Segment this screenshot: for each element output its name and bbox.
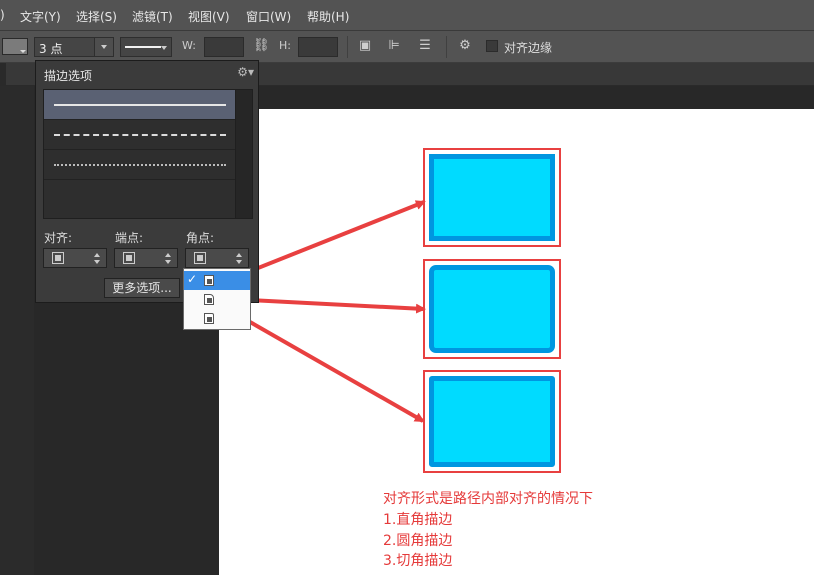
corner-option-round[interactable] [184,290,250,309]
stroke-style-dashed[interactable] [44,120,236,150]
stroke-list-scrollbar[interactable] [235,90,252,218]
annotation-item-3: 3.切角描边 [383,553,453,569]
stroke-options-panel: 描边选项 ⚙▾ 对齐: 端点: 角点: 更多选项... [35,60,259,303]
caps-select[interactable] [114,248,178,268]
arrow-to-rect-3 [249,320,425,423]
corner-option-bevel[interactable] [184,309,250,328]
caps-label: 端点: [115,231,144,245]
solid-line-preview [54,104,226,106]
annotation-heading: 对齐形式是路径内部对齐的情况下 [383,491,593,507]
corner-miter-icon [204,275,214,286]
corner-option-miter[interactable]: ✓ [184,271,250,290]
annotation-item-1: 1.直角描边 [383,512,453,528]
align-inside-icon [52,252,64,264]
more-options-button[interactable]: 更多选项... [104,278,180,298]
stroke-style-solid[interactable] [44,90,236,120]
chevron-up-icon [94,253,100,257]
dotted-line-preview [54,164,226,166]
corners-label: 角点: [186,231,215,245]
arrow-to-rect-1 [237,200,426,278]
panel-title: 描边选项 [44,69,93,83]
cap-butt-icon [123,252,135,264]
gear-icon[interactable]: ⚙▾ [237,65,254,79]
corner-round-icon [204,294,214,305]
corner-bevel-icon [204,313,214,324]
check-icon: ✓ [187,272,198,286]
arrow-to-rect-2 [249,298,426,314]
annotation-item-2: 2.圆角描边 [383,533,453,549]
chevron-up-icon [165,253,171,257]
corner-type-dropdown: ✓ [183,268,251,330]
chevron-down-icon [94,260,100,264]
stroke-style-dotted[interactable] [44,150,236,180]
corners-select[interactable] [185,248,249,268]
align-label: 对齐: [44,231,73,245]
chevron-down-icon [236,260,242,264]
dashed-line-preview [54,134,226,136]
chevron-up-icon [236,253,242,257]
align-select[interactable] [43,248,107,268]
chevron-down-icon [165,260,171,264]
stroke-style-list [43,89,253,219]
corner-miter-icon [194,252,206,264]
